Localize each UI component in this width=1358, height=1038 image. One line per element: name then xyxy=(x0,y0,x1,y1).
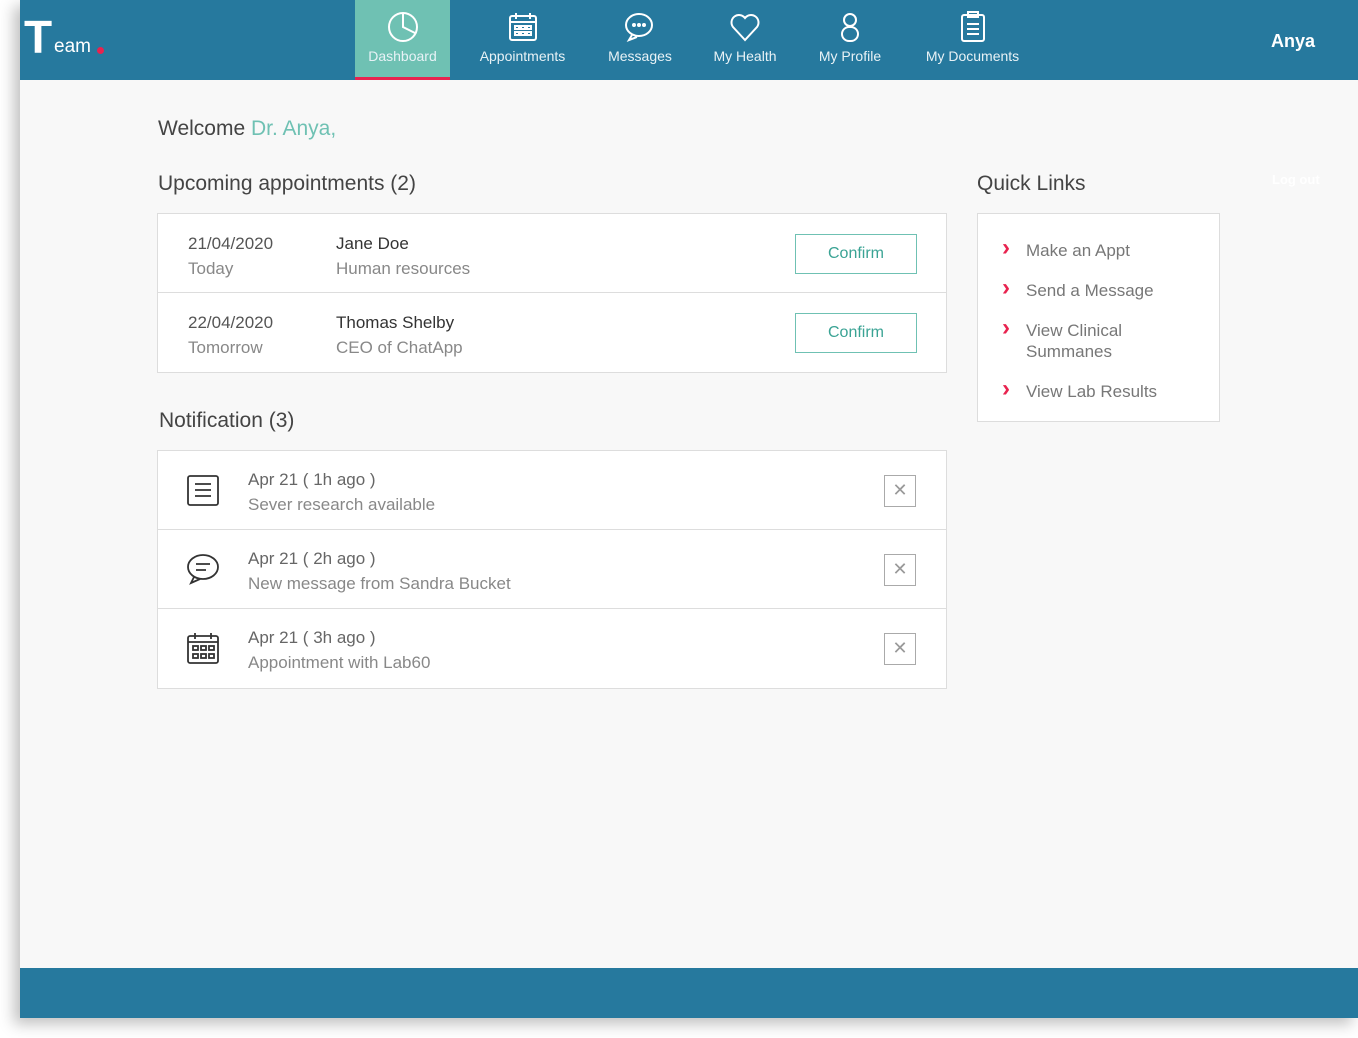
appointment-name: Thomas Shelby xyxy=(336,313,455,332)
chat-icon xyxy=(187,554,219,585)
confirm-button[interactable]: Confirm xyxy=(795,313,917,353)
notifications-title: Notification (3) xyxy=(159,409,295,432)
welcome-name: Dr. Anya, xyxy=(250,117,337,140)
user-name[interactable]: Anya xyxy=(1271,31,1315,52)
nav-messages[interactable]: Messages xyxy=(595,0,685,80)
notification-text: Appointment with Lab60 xyxy=(248,653,431,672)
nav-label: My Profile xyxy=(818,48,882,64)
nav-appointments[interactable]: Appointments xyxy=(470,0,575,80)
nav-label: My Health xyxy=(713,48,777,64)
nav-dashboard[interactable]: Dashboard xyxy=(355,0,450,80)
quick-link-make-appt[interactable]: Make an Appt xyxy=(978,237,1219,261)
nav-my-documents[interactable]: My Documents xyxy=(915,0,1030,80)
appointment-row: 22/04/2020 Tomorrow Thomas Shelby CEO of C… xyxy=(158,293,946,372)
quick-links-card: Make an Appt Send a Message View Clinica… xyxy=(977,213,1220,422)
appointments-title: Upcoming appointments (2) xyxy=(158,172,416,195)
appointment-role: Human resources xyxy=(336,259,471,278)
calendar-icon xyxy=(508,13,537,41)
logout-link[interactable]: Log out xyxy=(1272,172,1320,187)
nav-label: Appointments xyxy=(479,48,566,64)
nav-label: Dashboard xyxy=(368,48,437,64)
notification-time: Apr 21 ( 2h ago ) xyxy=(248,549,376,568)
nav-my-health[interactable]: My Health xyxy=(700,0,790,80)
appointment-row: 21/04/2020 Today Jane Doe Human resources … xyxy=(158,214,946,293)
clipboard-icon xyxy=(960,11,985,42)
nav-label: Messages xyxy=(608,48,672,64)
appointment-name: Jane Doe xyxy=(336,234,409,253)
top-nav: Team Dashboard Appointments Messages My … xyxy=(20,0,1358,80)
notification-row: Apr 21 ( 2h ago ) New message from Sandra… xyxy=(158,530,946,609)
appointment-date: 22/04/2020 xyxy=(188,313,274,332)
dismiss-button[interactable]: ✕ xyxy=(884,475,916,507)
notification-time: Apr 21 ( 3h ago ) xyxy=(248,628,376,647)
quick-links-title: Quick Links xyxy=(977,172,1086,195)
appointment-date: 21/04/2020 xyxy=(188,234,274,253)
quick-link-send-message[interactable]: Send a Message xyxy=(978,277,1219,301)
calendar-icon xyxy=(187,633,219,664)
notification-row: Apr 21 ( 3h ago ) Appointment with Lab60 … xyxy=(158,609,946,688)
welcome-heading: Welcome Dr. Anya, xyxy=(158,117,336,141)
dismiss-button[interactable]: ✕ xyxy=(884,633,916,665)
appointment-role: CEO of ChatApp xyxy=(336,338,463,357)
logo-letter: T xyxy=(24,11,53,63)
dismiss-button[interactable]: ✕ xyxy=(884,554,916,586)
confirm-button[interactable]: Confirm xyxy=(795,234,917,274)
appointment-relative: Today xyxy=(188,259,234,278)
quick-link-clinical-summaries[interactable]: View Clinical Summanes xyxy=(978,317,1158,362)
nav-my-profile[interactable]: My Profile xyxy=(805,0,895,80)
document-icon xyxy=(187,475,219,506)
notification-text: Sever research available xyxy=(248,495,436,514)
footer xyxy=(20,968,1358,1018)
logo-dot xyxy=(97,47,104,54)
heart-icon xyxy=(730,14,760,42)
person-icon xyxy=(841,13,859,42)
chat-icon xyxy=(625,13,653,42)
logo-text: eam xyxy=(54,36,91,57)
app: Team Dashboard Appointments Messages My … xyxy=(20,0,1358,1018)
notification-row: Apr 21 ( 1h ago ) Sever research availabl… xyxy=(158,451,946,530)
notification-text: New message from Sandra Bucket xyxy=(248,574,511,593)
appointment-relative: Tomorrow xyxy=(188,338,263,357)
pie-chart-icon xyxy=(387,12,418,42)
logo[interactable]: Team xyxy=(24,11,104,63)
nav-label: My Documents xyxy=(925,48,1020,64)
quick-link-lab-results[interactable]: View Lab Results xyxy=(978,378,1219,402)
notifications-card: Apr 21 ( 1h ago ) Sever research availabl… xyxy=(157,450,947,689)
welcome-prefix: Welcome xyxy=(158,117,251,140)
appointments-card: 21/04/2020 Today Jane Doe Human resources … xyxy=(157,213,947,373)
notification-time: Apr 21 ( 1h ago ) xyxy=(248,470,376,489)
